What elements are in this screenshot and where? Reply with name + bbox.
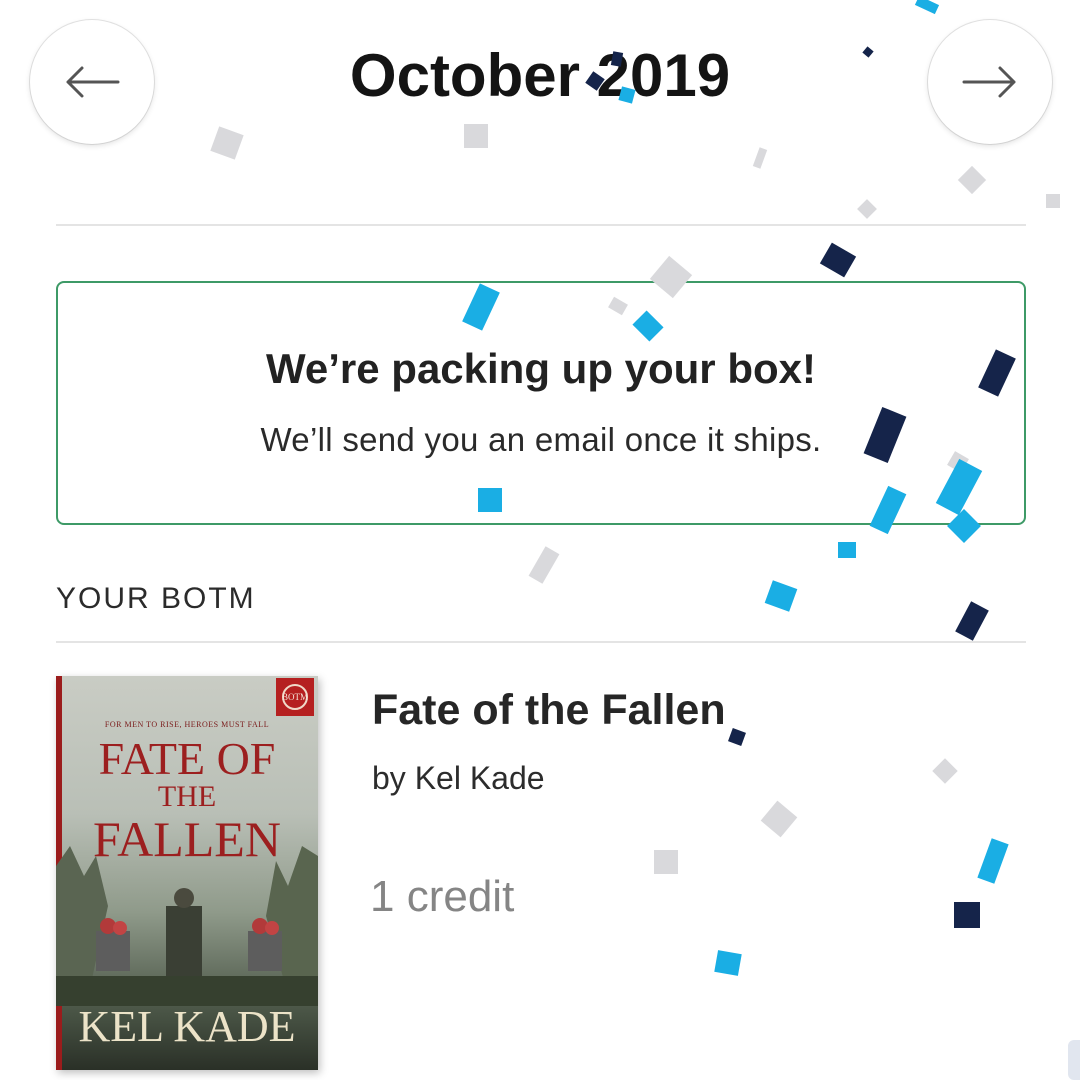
confetti-piece xyxy=(914,0,940,15)
book-author: by Kel Kade xyxy=(372,760,545,796)
botm-month-page: October 2019 We’re packing up your box! … xyxy=(0,0,1080,1080)
status-heading: We’re packing up your box! xyxy=(266,345,816,392)
section-label: YOUR BOTM xyxy=(56,582,256,615)
confetti-piece xyxy=(838,542,856,558)
confetti-piece xyxy=(210,126,244,160)
book-title[interactable]: Fate of the Fallen xyxy=(372,686,726,735)
cover-author: KEL KADE xyxy=(78,1002,296,1051)
status-subtext: We’ll send you an email once it ships. xyxy=(260,421,822,458)
scroll-indicator[interactable] xyxy=(1068,1040,1080,1080)
confetti-piece xyxy=(528,546,560,584)
cover-title-line1: FATE OF xyxy=(98,733,276,784)
confetti-piece xyxy=(760,800,798,838)
cover-title-line2: THE xyxy=(157,780,217,813)
confetti-piece xyxy=(955,601,989,641)
confetti-piece xyxy=(764,580,798,612)
next-month-button[interactable] xyxy=(928,20,1052,144)
confetti-piece xyxy=(954,902,980,928)
section-divider xyxy=(56,641,1026,643)
confetti-piece xyxy=(819,242,857,278)
confetti-piece xyxy=(1046,194,1060,208)
month-title: October 2019 xyxy=(349,42,731,109)
arrow-right-icon xyxy=(962,66,1016,98)
book-cover[interactable]: BOTM FOR MEN TO RISE, HEROES MUST FALL F… xyxy=(56,676,318,1070)
confetti-piece xyxy=(464,124,488,148)
confetti-piece xyxy=(714,950,742,976)
confetti-piece xyxy=(752,147,768,169)
cover-tagline: FOR MEN TO RISE, HEROES MUST FALL xyxy=(104,720,270,729)
confetti-piece xyxy=(957,165,987,195)
header-divider xyxy=(56,224,1026,226)
confetti-piece xyxy=(932,758,958,784)
botm-badge-icon: BOTM xyxy=(276,678,314,716)
shipping-status-box: We’re packing up your box! We’ll send yo… xyxy=(56,281,1026,525)
confetti-piece xyxy=(857,199,877,219)
confetti-piece xyxy=(977,838,1009,884)
confetti-piece xyxy=(728,728,746,746)
confetti-piece xyxy=(654,850,678,874)
cover-illustration xyxy=(56,846,318,1006)
book-credit: 1 credit xyxy=(370,872,515,921)
